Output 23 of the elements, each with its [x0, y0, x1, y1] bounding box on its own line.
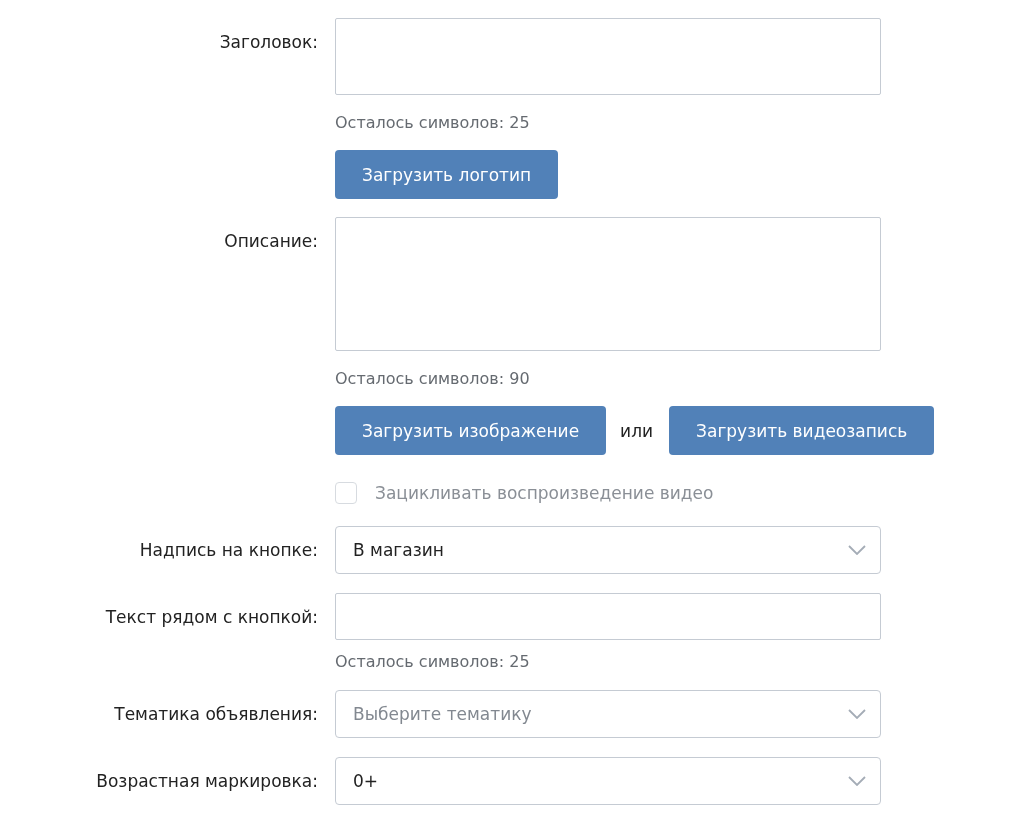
upload-button[interactable]: Загрузить видеозапись [669, 406, 935, 455]
field-label: Текст рядом с кнопкой: [104, 606, 318, 629]
upload-button[interactable]: Загрузить логотип [335, 150, 559, 199]
dropdown[interactable]: 0+ [335, 757, 881, 805]
input-field[interactable] [335, 593, 881, 640]
character-counter: Осталось символов: 25 [335, 651, 531, 673]
chevron-down-icon [848, 709, 866, 719]
field-label: Описание: [223, 230, 318, 253]
separator-text: или [620, 420, 654, 441]
dropdown[interactable]: В магазин [335, 526, 881, 574]
field-label: Возрастная маркировка: [95, 770, 318, 793]
dropdown[interactable]: Выберите тематику [335, 690, 881, 738]
character-counter: Осталось символов: 25 [335, 112, 531, 134]
upload-button[interactable]: Загрузить изображение [335, 406, 607, 455]
text-area[interactable] [335, 217, 881, 351]
field-label: Тематика объявления: [113, 703, 318, 726]
checkbox-label: Зацикливать воспроизведение видео [375, 483, 714, 503]
field-label: Надпись на кнопке: [138, 539, 318, 562]
chevron-down-icon [848, 545, 866, 555]
character-counter: Осталось символов: 90 [335, 368, 531, 390]
text-area[interactable] [335, 18, 881, 95]
field-label: Заголовок: [218, 31, 318, 54]
chevron-down-icon [848, 776, 866, 786]
